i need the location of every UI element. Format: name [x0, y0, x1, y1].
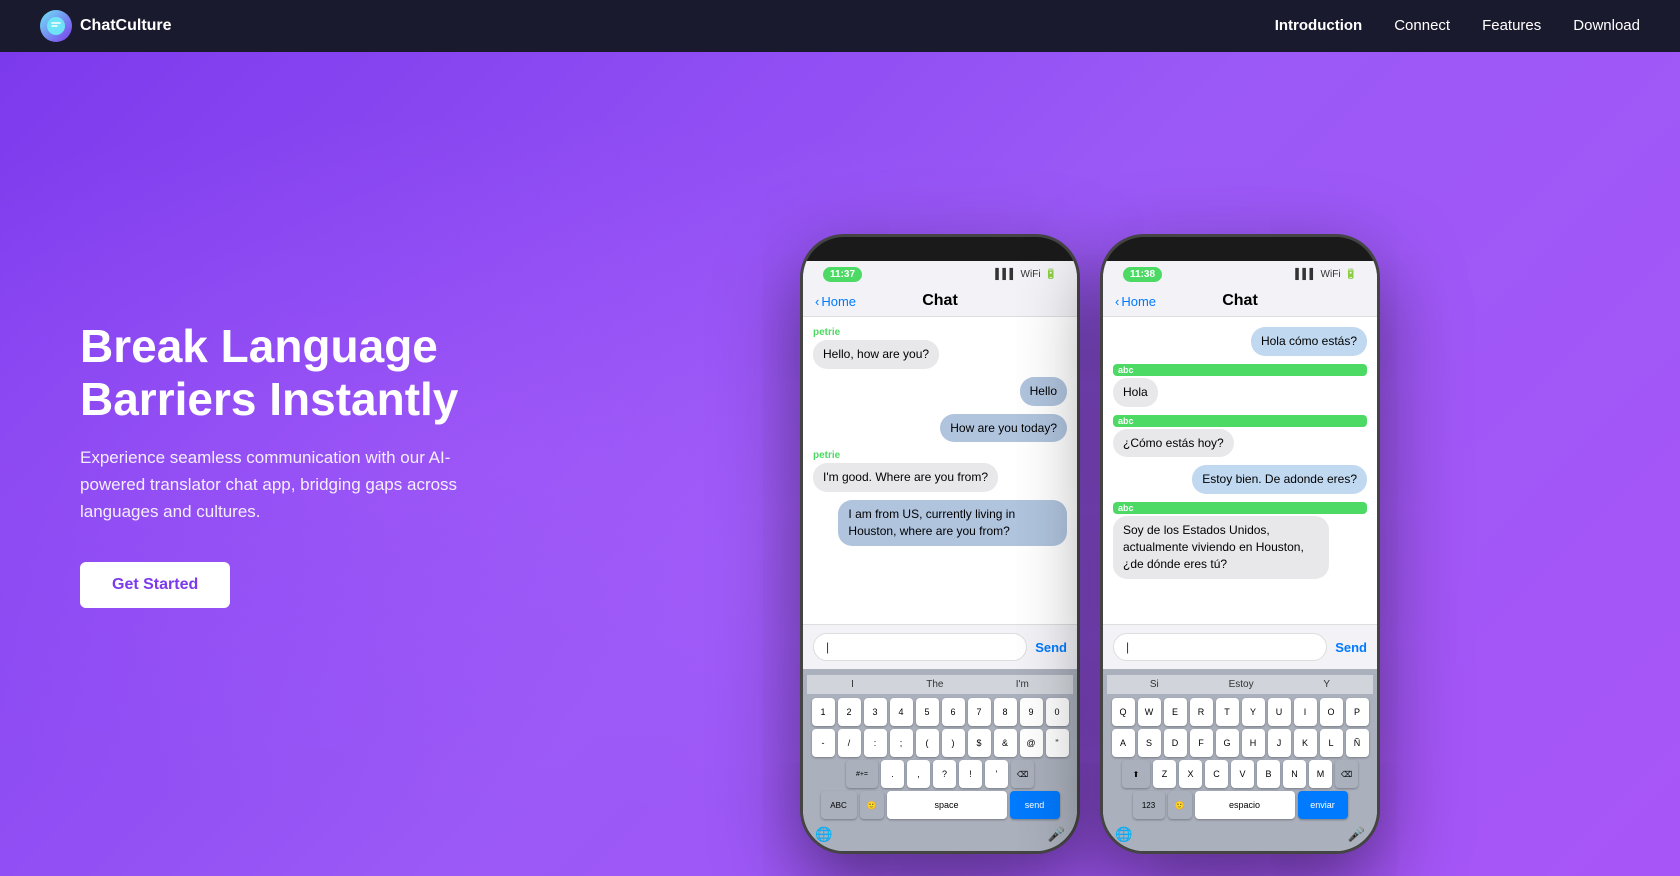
phone1-status-bar: 11:37 ▌▌▌ WiFi 🔋: [803, 261, 1077, 286]
phone1-time: 11:37: [823, 267, 862, 282]
phone2-screen: 11:38 ▌▌▌ WiFi 🔋 ‹ Home Chat Hola cómo e…: [1103, 261, 1377, 851]
nav-download[interactable]: Download: [1573, 17, 1640, 34]
phones-showcase: 11:37 ▌▌▌ WiFi 🔋 ‹ Home Chat petrie: [580, 74, 1600, 854]
hero-content: Break Language Barriers Instantly Experi…: [80, 320, 580, 607]
phone2-globe-icon: 🌐: [1115, 826, 1132, 843]
phone1-globe-icon: 🌐: [815, 826, 832, 843]
p2-abc-badge-2: abc: [1113, 364, 1367, 376]
nav-introduction[interactable]: Introduction: [1275, 17, 1362, 34]
p2-msg-bubble-3: ¿Cómo estás hoy?: [1113, 429, 1234, 458]
phone2-chat-area: Hola cómo estás? abc Hola abc ¿Cómo está…: [1103, 317, 1377, 624]
logo-icon: [40, 10, 72, 42]
phone1-row-sym2: #+= .,?!' ⌫: [807, 760, 1073, 788]
nav-links: Introduction Connect Features Download: [1275, 17, 1640, 35]
phone1-nav-title: Chat: [922, 292, 958, 310]
phone-2: 11:38 ▌▌▌ WiFi 🔋 ‹ Home Chat Hola cómo e…: [1100, 234, 1380, 854]
phone1-keyboard: I The I'm 1234567890 -/:;()$&@" #+= .,?!…: [803, 669, 1077, 851]
phone1-row-bottom: ABC 🙂 space send: [807, 791, 1073, 819]
get-started-button[interactable]: Get Started: [80, 562, 230, 608]
phone2-mic-icon: 🎤: [1348, 826, 1365, 843]
phone1-send-button[interactable]: Send: [1035, 640, 1067, 655]
msg-bubble-4: I'm good. Where are you from?: [813, 463, 998, 492]
p2-msg-row-2: abc Hola: [1113, 364, 1367, 407]
phone2-keyboard-bottom: 🌐 🎤: [1107, 822, 1373, 847]
phone2-keyboard: Si Estoy Y QWERTYUIOP ASDFGHJKLÑ ⬆ ZXCVB…: [1103, 669, 1377, 851]
p2-msg-row-5: abc Soy de los Estados Unidos, actualmen…: [1113, 502, 1367, 578]
phone2-nav-title: Chat: [1222, 292, 1258, 310]
msg-bubble-1: Hello, how are you?: [813, 340, 939, 369]
hero-title: Break Language Barriers Instantly: [80, 320, 580, 426]
phone1-keyboard-bottom: 🌐 🎤: [807, 822, 1073, 847]
phone1-notch: [880, 237, 1000, 261]
logo[interactable]: ChatCulture: [40, 10, 172, 42]
p2-msg-bubble-1: Hola cómo estás?: [1251, 327, 1367, 356]
phone-1: 11:37 ▌▌▌ WiFi 🔋 ‹ Home Chat petrie: [800, 234, 1080, 854]
p2-abc-badge-3: abc: [1113, 415, 1367, 427]
phone2-status-bar: 11:38 ▌▌▌ WiFi 🔋: [1103, 261, 1377, 286]
phone1-ios-nav: ‹ Home Chat: [803, 286, 1077, 317]
nav-features[interactable]: Features: [1482, 17, 1541, 34]
p2-msg-bubble-2: Hola: [1113, 378, 1158, 407]
phone2-status-icons: ▌▌▌ WiFi 🔋: [1295, 269, 1357, 280]
phone1-input-bar: | Send: [803, 624, 1077, 669]
msg-bubble-3: How are you today?: [940, 414, 1067, 443]
hero-description: Experience seamless communication with o…: [80, 444, 500, 526]
p2-abc-badge-5: abc: [1113, 502, 1367, 514]
phone2-notch: [1180, 237, 1300, 261]
navbar: ChatCulture Introduction Connect Feature…: [0, 0, 1680, 52]
msg-row-4: petrie I'm good. Where are you from?: [813, 450, 1067, 492]
phone2-ios-nav: ‹ Home Chat: [1103, 286, 1377, 317]
nav-connect[interactable]: Connect: [1394, 17, 1450, 34]
phone1-row-num: 1234567890: [807, 698, 1073, 726]
phone2-back-button[interactable]: ‹ Home: [1115, 294, 1156, 309]
p2-msg-row-4: Estoy bien. De adonde eres?: [1113, 465, 1367, 494]
phone2-row-bottom: 123 🙂 espacio enviar: [1107, 791, 1373, 819]
msg-row-1: petrie Hello, how are you?: [813, 327, 1067, 369]
msg-sender-1: petrie: [813, 327, 1067, 338]
phone2-suggestions: Si Estoy Y: [1107, 675, 1373, 694]
phone1-screen: 11:37 ▌▌▌ WiFi 🔋 ‹ Home Chat petrie: [803, 261, 1077, 851]
phone2-input-field[interactable]: |: [1113, 633, 1327, 661]
phone1-back-button[interactable]: ‹ Home: [815, 294, 856, 309]
p2-msg-row-3: abc ¿Cómo estás hoy?: [1113, 415, 1367, 458]
phone2-time: 11:38: [1123, 267, 1162, 282]
phone2-row-z: ⬆ ZXCVBNM ⌫: [1107, 760, 1373, 788]
msg-sender-4: petrie: [813, 450, 1067, 461]
hero-section: Break Language Barriers Instantly Experi…: [0, 52, 1680, 876]
phone1-input-field[interactable]: |: [813, 633, 1027, 661]
logo-text: ChatCulture: [80, 17, 172, 35]
phone2-row-q: QWERTYUIOP: [1107, 698, 1373, 726]
msg-row-5: I am from US, currently living in Housto…: [813, 500, 1067, 546]
msg-bubble-5: I am from US, currently living in Housto…: [838, 500, 1067, 546]
phone2-input-bar: | Send: [1103, 624, 1377, 669]
phone1-suggestions: I The I'm: [807, 675, 1073, 694]
p2-msg-bubble-5: Soy de los Estados Unidos, actualmente v…: [1113, 516, 1329, 578]
p2-msg-row-1: Hola cómo estás?: [1113, 327, 1367, 356]
phone1-chat-area: petrie Hello, how are you? Hello How are…: [803, 317, 1077, 624]
phone2-send-button[interactable]: Send: [1335, 640, 1367, 655]
phone1-row-sym: -/:;()$&@": [807, 729, 1073, 757]
phone1-status-icons: ▌▌▌ WiFi 🔋: [995, 269, 1057, 280]
msg-row-2: Hello: [813, 377, 1067, 406]
p2-msg-bubble-4: Estoy bien. De adonde eres?: [1192, 465, 1367, 494]
phone2-row-a: ASDFGHJKLÑ: [1107, 729, 1373, 757]
msg-bubble-2: Hello: [1020, 377, 1067, 406]
msg-row-3: How are you today?: [813, 414, 1067, 443]
phone1-mic-icon: 🎤: [1048, 826, 1065, 843]
